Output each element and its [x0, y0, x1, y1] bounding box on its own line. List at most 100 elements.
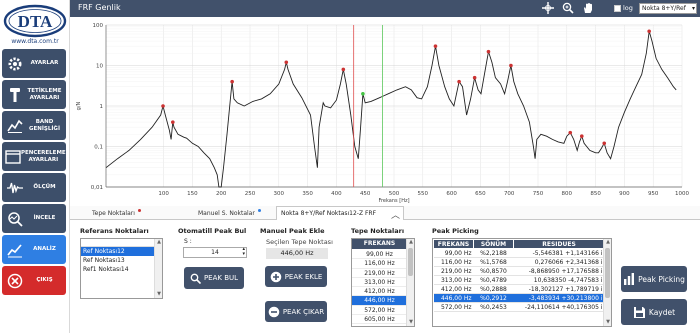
tab-peak-points[interactable]: Tepe Noktaları	[92, 209, 141, 217]
table-row[interactable]: 99,00 Hz %2,2188 -5,546381 +1,143166 i	[433, 248, 605, 258]
table-row[interactable]: 116,00 Hz %1,5768 0,276066 +2,341368 i	[433, 257, 605, 267]
peak-marker[interactable]	[457, 79, 461, 84]
table-row[interactable]: 446,00 Hz %0,2912 -3,483934 +30,213800 i	[433, 293, 605, 303]
table-cell: %0,8570	[473, 266, 514, 276]
x-tick-label: 650	[475, 191, 486, 197]
peak-marker[interactable]	[579, 134, 584, 138]
peak-picking-table[interactable]: FREKANS SÖNÜM RESIDUES 99,00 Hz %2,2188 -5…	[432, 238, 612, 327]
log-checkbox[interactable]	[614, 5, 621, 12]
x-tick-label: 850	[590, 191, 601, 197]
manual-peak-title: Manuel Peak Ekle	[260, 227, 325, 235]
scrollbar[interactable]: ▲ ▼	[406, 239, 414, 326]
peak-marker[interactable]	[433, 44, 438, 48]
auto-peak-field-label: S :	[184, 238, 192, 245]
list-item[interactable]: Ref Noktası12	[81, 247, 162, 256]
ref-points-list[interactable]: Ref Noktası12 Ref Noktası13 Ref1 Noktası…	[80, 238, 163, 299]
scroll-down-icon[interactable]: ▼	[407, 319, 414, 326]
x-tick-label: 150	[187, 191, 198, 197]
pan-hand-icon[interactable]	[582, 2, 594, 14]
crosshair-icon[interactable]	[542, 2, 554, 14]
trigger-icon	[5, 85, 25, 105]
scroll-up-icon[interactable]: ▲	[155, 239, 162, 246]
plus-circle-icon	[270, 271, 282, 283]
list-item[interactable]: 116,00 Hz	[352, 259, 407, 269]
x-tick-label: 200	[216, 191, 227, 197]
sidebar-item-tetikleme[interactable]: TETİKLEME AYARLARI	[2, 80, 66, 109]
sidebar-item-pencereleme[interactable]: PENCERELEME AYARLARI	[2, 142, 66, 171]
list-item[interactable]: Ref Noktası13	[81, 256, 162, 265]
stepper-arrows-icon[interactable]: ▴ ▾	[242, 247, 245, 257]
scroll-up-icon[interactable]: ▲	[407, 239, 414, 246]
peak-marker[interactable]	[486, 49, 491, 54]
table-row[interactable]: 313,00 Hz %0,4789 10,638350 -4,747583 i	[433, 275, 605, 285]
table-cell: 412,00 Hz	[433, 284, 474, 294]
peak-bul-button[interactable]: PEAK BUL	[184, 267, 244, 289]
peak-points-list[interactable]: FREKANS 99,00 Hz 116,00 Hz 219,00 Hz 313,00…	[351, 238, 415, 327]
zoom-icon[interactable]	[562, 2, 574, 14]
peak-marker[interactable]	[361, 92, 365, 96]
list-item[interactable]: 446,00 Hz	[352, 296, 407, 306]
list-item[interactable]: 219,00 Hz	[352, 269, 407, 278]
sidebar-item-label: PENCERELEME AYARLARI	[21, 149, 66, 163]
x-tick-label: 900	[619, 191, 630, 197]
scroll-down-icon[interactable]: ▼	[155, 291, 162, 298]
list-header	[81, 239, 162, 247]
list-item[interactable]: 605,00 Hz	[352, 315, 407, 325]
sidebar-item-label: BAND GENİŞLİĞİ	[29, 118, 60, 132]
table-row[interactable]: 412,00 Hz %0,2888 -18,302127 +1,789719 i	[433, 284, 605, 294]
scrollbar[interactable]: ▲ ▼	[603, 239, 611, 326]
list-item[interactable]: Ref1 Noktası14	[81, 265, 162, 274]
peak-marker[interactable]	[161, 104, 165, 108]
sidebar-item-cikis[interactable]: ÇIKIŞ	[2, 266, 66, 295]
ref-point-select[interactable]: Nokta 8+Y/Ref ▾	[639, 3, 697, 14]
kaydet-button[interactable]: Kaydet	[621, 299, 687, 325]
peak-marker[interactable]	[647, 29, 651, 34]
gear-icon	[5, 54, 25, 74]
peak-marker[interactable]	[602, 141, 607, 146]
sidebar-item-incele[interactable]: İNCELE	[2, 204, 66, 233]
list-item[interactable]: 99,00 Hz	[352, 250, 407, 260]
list-item[interactable]: 572,00 Hz	[352, 306, 407, 316]
y-tick-label: 0,1	[94, 145, 103, 151]
peak-marker[interactable]	[568, 130, 573, 135]
peak-picking-button[interactable]: Peak Picking	[621, 266, 687, 292]
table-cell: %0,2453	[473, 302, 514, 312]
table-row[interactable]: 572,00 Hz %0,2453 -24,110614 +40,176305 i	[433, 302, 605, 312]
page-title: FRF Genlik	[78, 3, 121, 12]
scroll-down-icon[interactable]: ▼	[604, 319, 611, 326]
peak-marker[interactable]	[230, 79, 234, 84]
peak-count-stepper[interactable]: 14 ▴ ▾	[183, 247, 247, 258]
peak-cikar-button[interactable]: PEAK ÇIKAR	[265, 301, 327, 322]
sidebar-item-ayarlar[interactable]: AYARLAR	[2, 49, 66, 78]
y-tick-label: 100	[93, 23, 104, 29]
peak-marker[interactable]	[284, 60, 289, 65]
peak-ekle-button[interactable]: PEAK EKLE	[265, 266, 327, 287]
tab-manual-points[interactable]: Manuel S. Noktalar	[198, 209, 261, 217]
scroll-thumb[interactable]	[605, 248, 610, 298]
chevron-up-icon[interactable]: ︿	[391, 208, 400, 221]
x-tick-label: 1000	[675, 191, 689, 197]
tab-ref-frf[interactable]: Nokta 8+Y/Ref Noktası12-Z FRF ︿	[276, 206, 404, 221]
x-tick-label: 300	[274, 191, 285, 197]
search-icon	[190, 273, 201, 284]
peak-marker[interactable]	[341, 67, 346, 72]
sidebar-item-analiz[interactable]: ANALİZ	[2, 235, 66, 264]
table-cell: %0,2912	[473, 293, 514, 303]
selected-peak-label: Seçilen Tepe Noktası	[266, 238, 333, 246]
x-tick-label: 700	[504, 191, 515, 197]
sidebar-item-label: ÖLÇÜM	[33, 184, 56, 190]
table-row[interactable]: 219,00 Hz %0,8570 -8,868950 +17,176588 i	[433, 266, 605, 276]
peak-marker[interactable]	[171, 120, 175, 124]
list-item[interactable]: 412,00 Hz	[352, 287, 407, 297]
sidebar-item-olcum[interactable]: ÖLÇÜM	[2, 173, 66, 202]
table-cell: -3,483934 +30,213800 i	[513, 293, 605, 303]
peak-marker[interactable]	[509, 63, 513, 68]
list-item[interactable]: 313,00 Hz	[352, 278, 407, 288]
scrollbar[interactable]: ▲ ▼	[154, 239, 162, 298]
scroll-up-icon[interactable]: ▲	[604, 239, 611, 246]
peak-marker[interactable]	[472, 75, 477, 80]
scroll-thumb[interactable]	[408, 248, 413, 276]
frf-plot[interactable]: 100 150 200 250 300 350 400 450 500 550 600 650 700 7…	[70, 17, 700, 204]
sidebar-item-band[interactable]: BAND GENİŞLİĞİ	[2, 111, 66, 140]
site-url: www.dta.com.tr	[11, 38, 59, 45]
